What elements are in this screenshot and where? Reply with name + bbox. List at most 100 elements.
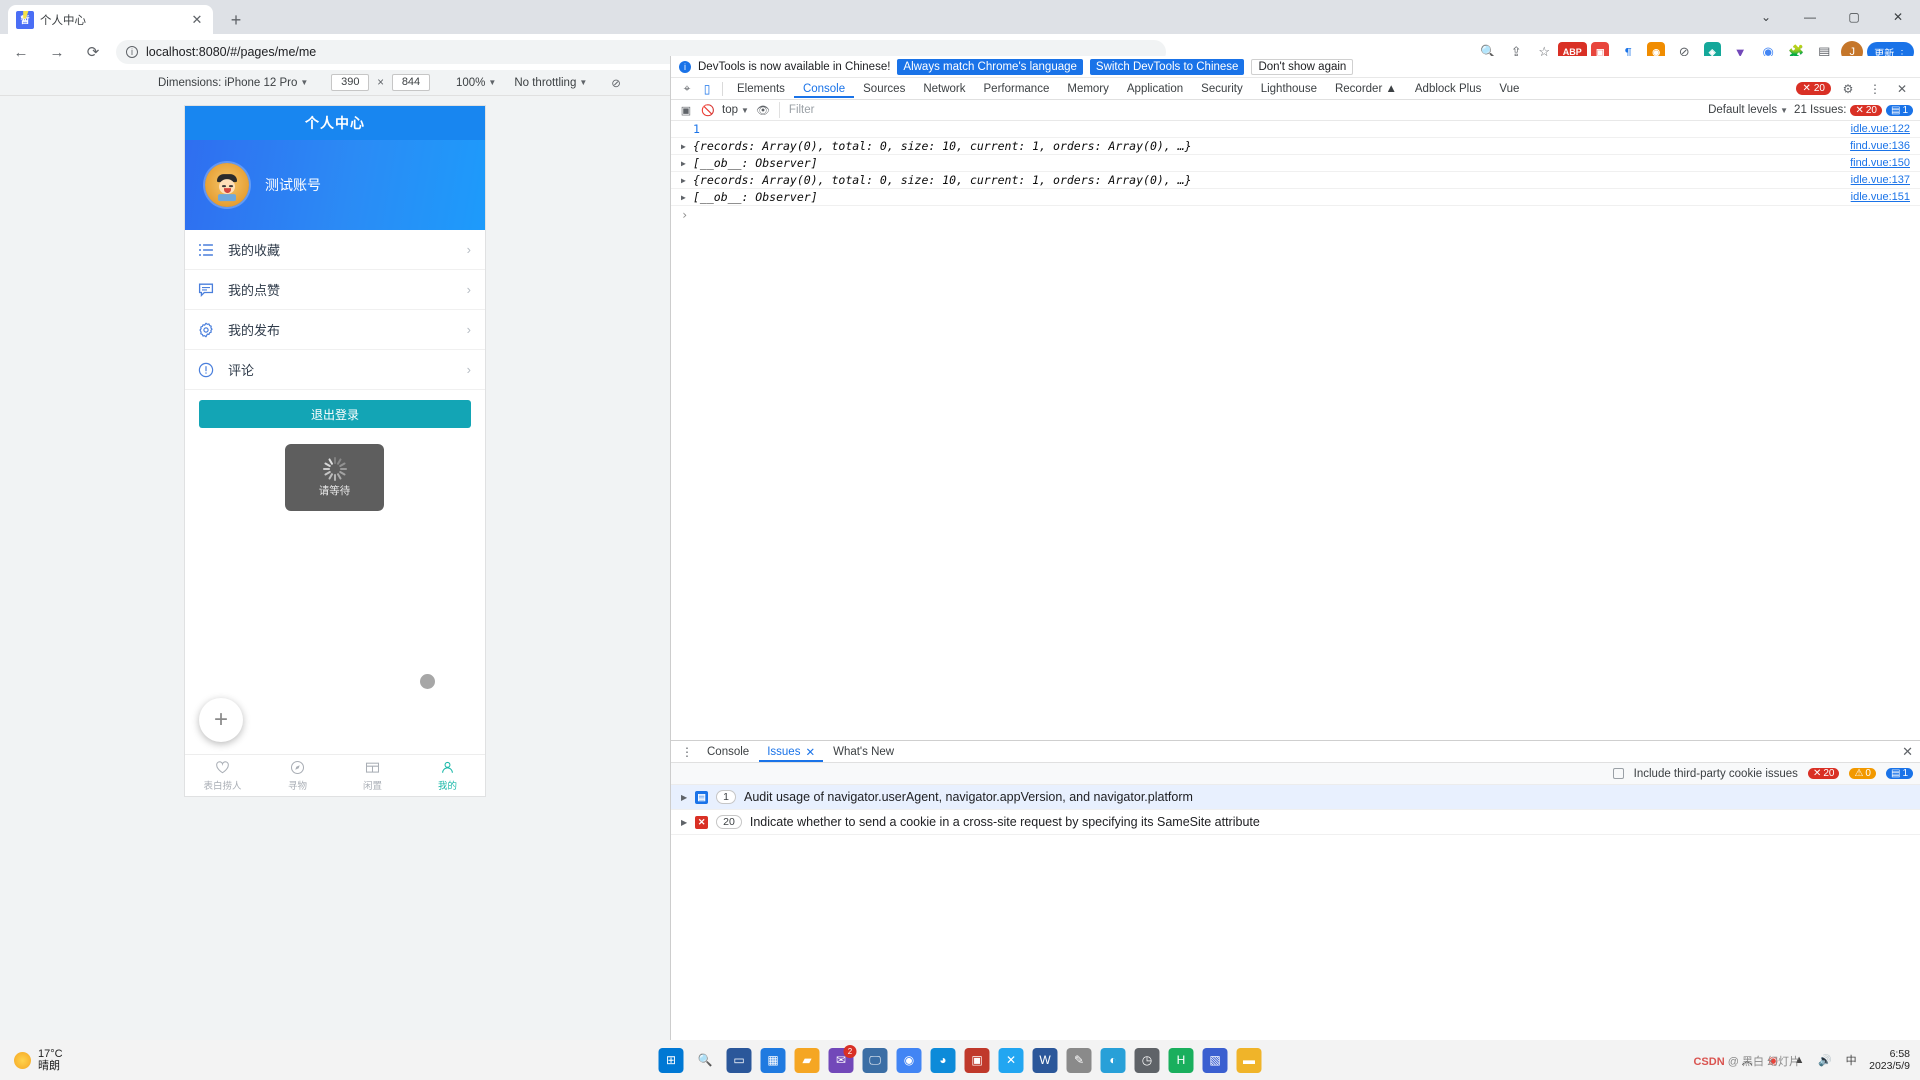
dismiss-banner-button[interactable]: Don't show again — [1251, 58, 1354, 75]
window-minimize-button[interactable]: — — [1788, 0, 1832, 34]
tab-close-icon[interactable]: ✕ — [189, 12, 205, 28]
console-log-source[interactable]: find.vue:150 — [1850, 157, 1910, 169]
menu-item-posts[interactable]: 我的发布 › — [185, 310, 485, 350]
always-match-language-button[interactable]: Always match Chrome's language — [897, 58, 1083, 75]
console-log-source[interactable]: idle.vue:151 — [1851, 191, 1910, 203]
device-zoom-select[interactable]: 100% ▼ — [456, 77, 496, 89]
app-icon[interactable]: ▧ — [1202, 1047, 1228, 1073]
issue-row[interactable]: ▶ ✕ 20 Indicate whether to send a cookie… — [671, 810, 1920, 835]
forward-button[interactable]: → — [42, 37, 72, 67]
mail-icon[interactable]: ✉ 2 — [828, 1044, 857, 1073]
browser-tab[interactable]: 暂 个人中心 ✕ — [8, 5, 213, 34]
menu-item-favorites[interactable]: 我的收藏 › — [185, 230, 485, 270]
console-sidebar-icon[interactable]: ▣ — [678, 102, 694, 118]
device-height-input[interactable]: 844 — [392, 74, 430, 91]
console-log-row[interactable]: ▶ {records: Array(0), total: 0, size: 10… — [671, 138, 1920, 155]
tab-application[interactable]: Application — [1118, 80, 1192, 98]
word-icon[interactable]: W — [1032, 1047, 1058, 1073]
console-log-row[interactable]: ▶ {records: Array(0), total: 0, size: 10… — [671, 172, 1920, 189]
paint-icon[interactable]: ◐ — [1100, 1047, 1126, 1073]
drawer-tab-console[interactable]: Console — [699, 743, 757, 761]
window-chevron-icon[interactable]: ⌄ — [1744, 0, 1788, 34]
start-icon[interactable]: ⊞ — [658, 1047, 684, 1073]
reload-button[interactable]: ⟳ — [78, 37, 108, 67]
clock-icon[interactable]: ◷ — [1134, 1047, 1160, 1073]
device-throttling-select[interactable]: No throttling ▼ — [514, 77, 587, 89]
expand-arrow-icon[interactable]: ▶ — [681, 142, 693, 151]
console-filter-input[interactable]: Filter — [778, 102, 1702, 118]
code-icon[interactable]: ✕ — [998, 1047, 1024, 1073]
window-close-button[interactable]: ✕ — [1876, 0, 1920, 34]
drawer-more-icon[interactable]: ⋮ — [677, 743, 697, 761]
weather-widget[interactable]: 17°C 晴朗 — [0, 1048, 63, 1072]
clear-console-icon[interactable]: 🚫 — [700, 102, 716, 118]
expand-arrow-icon[interactable]: ▶ — [681, 176, 693, 185]
tab-lighthouse[interactable]: Lighthouse — [1252, 80, 1326, 98]
new-tab-button[interactable]: + — [225, 9, 247, 31]
tab-adblock-plus[interactable]: Adblock Plus — [1406, 80, 1490, 98]
console-log-source[interactable]: find.vue:136 — [1850, 140, 1910, 152]
device-width-input[interactable]: 390 — [331, 74, 370, 91]
tab-elements[interactable]: Elements — [728, 80, 794, 98]
tab-me[interactable]: 我的 — [410, 755, 485, 796]
inspect-element-icon[interactable]: ⌖ — [677, 80, 697, 98]
expand-arrow-icon[interactable]: ▶ — [681, 793, 687, 802]
tab-network[interactable]: Network — [914, 80, 974, 98]
tab-lostfound[interactable]: 寻物 — [260, 755, 335, 796]
expand-arrow-icon[interactable]: ▶ — [681, 193, 693, 202]
devtools-more-icon[interactable]: ⋮ — [1865, 80, 1885, 98]
expand-arrow-icon[interactable]: ▶ — [681, 818, 687, 827]
tab-sources[interactable]: Sources — [854, 80, 914, 98]
menu-item-likes[interactable]: 我的点赞 › — [185, 270, 485, 310]
switch-language-button[interactable]: Switch DevTools to Chinese — [1089, 58, 1245, 75]
tab-idle[interactable]: 闲置 — [335, 755, 410, 796]
console-levels-select[interactable]: Default levels ▼ — [1708, 104, 1788, 116]
tab-security[interactable]: Security — [1192, 80, 1252, 98]
tray-input-icon[interactable]: 中 — [1843, 1052, 1859, 1068]
live-expression-icon[interactable]: 👁 — [755, 102, 771, 118]
console-prompt[interactable]: › — [671, 206, 1920, 223]
tab-vue[interactable]: Vue — [1490, 80, 1528, 98]
avatar[interactable] — [205, 163, 249, 207]
tab-memory[interactable]: Memory — [1058, 80, 1118, 98]
chrome-icon[interactable]: ◉ — [896, 1047, 922, 1073]
devtools-close-icon[interactable]: ✕ — [1892, 80, 1912, 98]
console-context-select[interactable]: top ▼ — [722, 104, 749, 116]
third-party-cookies-checkbox[interactable] — [1612, 768, 1624, 779]
issue-row[interactable]: ▶ ▤ 1 Audit usage of navigator.userAgent… — [671, 785, 1920, 810]
console-issues-summary[interactable]: 21 Issues: ✕ 20 ▤ 1 — [1794, 104, 1913, 116]
window-maximize-button[interactable]: ▢ — [1832, 0, 1876, 34]
taskbar-clock[interactable]: 6:58 2023/5/9 — [1869, 1048, 1910, 1072]
taskview-icon[interactable]: ▭ — [726, 1047, 752, 1073]
explorer-icon[interactable]: ▬ — [1236, 1047, 1262, 1073]
logout-button[interactable]: 退出登录 — [199, 400, 471, 428]
console-log-source[interactable]: idle.vue:137 — [1851, 174, 1910, 186]
tab-console[interactable]: Console — [794, 80, 854, 98]
device-dimensions-select[interactable]: Dimensions: iPhone 12 Pro ▼ — [158, 77, 308, 89]
console-log-row[interactable]: ▶ [__ob__: Observer] find.vue:150 — [671, 155, 1920, 172]
console-log-row[interactable]: ▶ [__ob__: Observer] idle.vue:151 — [671, 189, 1920, 206]
folder-icon[interactable]: ▰ — [794, 1047, 820, 1073]
console-log-row[interactable]: 1 idle.vue:122 — [671, 121, 1920, 138]
drawer-tab-close-icon[interactable]: ✕ — [805, 745, 815, 759]
hbuilder-icon[interactable]: H — [1168, 1047, 1194, 1073]
tray-volume-icon[interactable]: 🔊 — [1817, 1052, 1833, 1068]
device-toggle-icon[interactable]: ▯ — [697, 80, 717, 98]
drawer-tab-issues[interactable]: Issues ✕ — [759, 742, 823, 762]
console-log-source[interactable]: idle.vue:122 — [1851, 123, 1910, 135]
sketch-icon[interactable]: ✎ — [1066, 1047, 1092, 1073]
drawer-close-icon[interactable]: ✕ — [1902, 744, 1913, 760]
add-button[interactable]: + — [199, 698, 243, 742]
tab-performance[interactable]: Performance — [975, 80, 1059, 98]
drawer-tab-whats-new[interactable]: What's New — [825, 743, 902, 761]
settings-gear-icon[interactable]: ⚙ — [1838, 80, 1858, 98]
tab-confession[interactable]: 表白捞人 — [185, 755, 260, 796]
site-info-icon[interactable]: i — [126, 46, 138, 58]
monitor-icon[interactable]: 🖵 — [862, 1047, 888, 1073]
store-icon[interactable]: ▣ — [964, 1047, 990, 1073]
expand-arrow-icon[interactable]: ▶ — [681, 159, 693, 168]
widgets-icon[interactable]: ▦ — [760, 1047, 786, 1073]
edge-icon[interactable]: ◕ — [930, 1047, 956, 1073]
menu-item-comments[interactable]: 评论 › — [185, 350, 485, 390]
tab-recorder[interactable]: Recorder ▲ — [1326, 80, 1406, 98]
